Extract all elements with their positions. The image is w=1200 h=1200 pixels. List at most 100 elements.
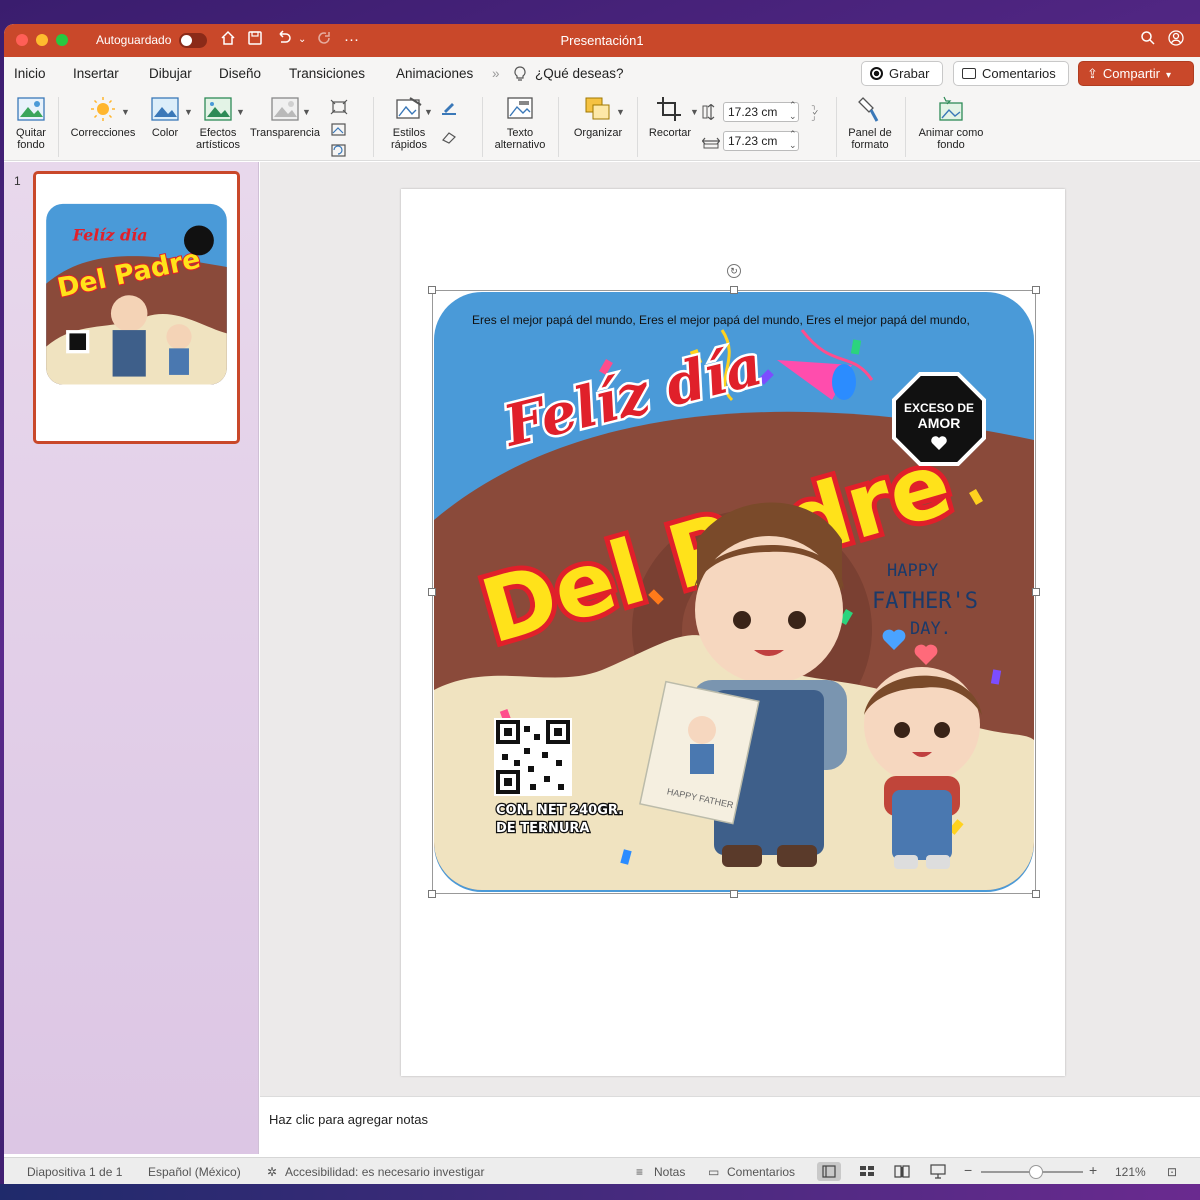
record-button[interactable]: Grabar	[861, 61, 943, 86]
chevron-down-icon[interactable]: ▼	[302, 107, 311, 117]
transparency-button[interactable]: Transparencia	[248, 95, 322, 139]
grid-view-icon	[860, 1166, 874, 1176]
tab-transiciones[interactable]: Transiciones	[289, 66, 365, 81]
accessibility-icon[interactable]: ✲	[267, 1165, 277, 1179]
slideshow-button[interactable]	[926, 1162, 950, 1181]
ribbon-divider	[558, 97, 559, 157]
arrange-button[interactable]: Organizar	[570, 95, 626, 139]
resize-handle[interactable]	[428, 286, 436, 294]
book-icon	[894, 1165, 910, 1178]
resize-handle[interactable]	[1032, 890, 1040, 898]
svg-text:DAY.: DAY.	[910, 619, 951, 639]
search-icon[interactable]	[1140, 30, 1156, 52]
chevron-down-icon[interactable]: ▼	[184, 107, 193, 117]
artistic-effects-icon	[204, 97, 232, 121]
rotate-handle-icon[interactable]: ↻	[727, 264, 741, 278]
ribbon-divider	[637, 97, 638, 157]
net-weight-line2: DE TERNURA	[496, 821, 589, 836]
slide-thumbnail[interactable]: Felíz día Del Padre	[33, 171, 240, 444]
account-icon[interactable]	[1168, 30, 1184, 52]
share-icon: ⇪	[1087, 66, 1098, 81]
desktop-background	[0, 1184, 1200, 1200]
color-label: Color	[151, 127, 179, 139]
tab-insertar[interactable]: Insertar	[73, 66, 119, 81]
corrections-button[interactable]: Correcciones	[66, 95, 140, 139]
format-pane-label: Panel de formato	[848, 127, 892, 151]
chevron-down-icon[interactable]: ▼	[121, 107, 130, 117]
crop-button[interactable]: Recortar	[646, 95, 694, 139]
document-title: Presentación1	[560, 33, 644, 48]
label-picture[interactable]: Eres el mejor papá del mundo, Eres el me…	[432, 290, 1036, 894]
resize-handle[interactable]	[730, 890, 738, 898]
quick-styles-button[interactable]: Estilos rápidos	[383, 95, 435, 151]
compress-pictures-icon[interactable]	[330, 99, 348, 115]
comments-button[interactable]: Comentarios	[953, 61, 1069, 86]
notes-toggle[interactable]: Notas	[654, 1165, 685, 1179]
resize-handle[interactable]	[428, 588, 436, 596]
border-text: Eres el mejor papá del mundo, Eres el me…	[472, 313, 970, 327]
status-bar: Diapositiva 1 de 1 Español (México) ✲ Ac…	[4, 1157, 1200, 1184]
comment-icon[interactable]: ▭	[708, 1165, 719, 1179]
picture-effects-icon[interactable]	[440, 129, 458, 145]
chevron-down-icon[interactable]: ▼	[616, 107, 625, 117]
lock-aspect-icon[interactable]	[806, 105, 824, 121]
remove-background-button[interactable]: Quitar fondo	[12, 95, 50, 151]
chevron-down-icon[interactable]: ▼	[424, 107, 433, 117]
normal-view-button[interactable]	[817, 1162, 841, 1181]
language-indicator[interactable]: Español (México)	[148, 1165, 241, 1179]
tab-dibujar[interactable]: Dibujar	[149, 66, 192, 81]
tab-inicio[interactable]: Inicio	[14, 66, 46, 81]
format-pane-button[interactable]: Panel de formato	[842, 95, 898, 151]
color-button[interactable]: Color	[144, 95, 186, 139]
alt-text-label: Texto alternativo	[494, 127, 546, 151]
accessibility-status[interactable]: Accesibilidad: es necesario investigar	[285, 1165, 484, 1179]
resize-handle[interactable]	[428, 890, 436, 898]
tab-diseno[interactable]: Diseño	[219, 66, 261, 81]
share-button[interactable]: ⇪ Compartir ▾	[1078, 61, 1194, 86]
zoom-in-button[interactable]: +	[1089, 1162, 1097, 1178]
quick-styles-icon	[396, 97, 422, 119]
chevron-down-icon[interactable]: ▼	[236, 107, 245, 117]
comments-label: Comentarios	[982, 66, 1056, 81]
color-picture-icon	[151, 97, 179, 121]
resize-handle[interactable]	[1032, 286, 1040, 294]
notes-icon[interactable]: ≡	[636, 1165, 643, 1179]
picture-border-icon[interactable]	[440, 99, 458, 115]
alt-text-button[interactable]: Texto alternativo	[492, 95, 548, 151]
slide-sorter-button[interactable]	[855, 1162, 879, 1181]
picture-format-ribbon: Quitar fondo Correcciones Color Efectos …	[4, 91, 1200, 161]
reading-view-button[interactable]	[890, 1162, 914, 1181]
notes-pane[interactable]: Haz clic para agregar notas	[260, 1096, 1200, 1154]
resize-handle[interactable]	[1032, 588, 1040, 596]
notes-placeholder: Haz clic para agregar notas	[269, 1112, 428, 1127]
comments-toggle[interactable]: Comentarios	[727, 1165, 795, 1179]
zoom-slider-handle[interactable]	[1029, 1165, 1043, 1179]
svg-text:AMOR: AMOR	[918, 415, 961, 431]
ribbon-divider	[373, 97, 374, 157]
zoom-level[interactable]: 121%	[1115, 1165, 1146, 1179]
more-tabs-icon[interactable]: »	[492, 66, 500, 81]
animate-as-background-button[interactable]: Animar como fondo	[912, 95, 990, 151]
fit-to-window-icon[interactable]: ⊡	[1167, 1165, 1177, 1179]
fathers-day-label-art: Eres el mejor papá del mundo, Eres el me…	[434, 292, 1034, 892]
reset-picture-icon[interactable]	[330, 142, 348, 158]
height-field[interactable]: 17.23 cm	[723, 102, 799, 122]
height-stepper[interactable]: ⌃ ⌄	[789, 100, 797, 122]
tab-animaciones[interactable]: Animaciones	[396, 66, 473, 81]
crop-icon	[657, 97, 681, 121]
record-label: Grabar	[889, 66, 930, 81]
change-picture-icon[interactable]	[330, 121, 348, 137]
width-stepper[interactable]: ⌃ ⌄	[789, 129, 797, 151]
presentation-icon	[930, 1164, 946, 1179]
resize-handle[interactable]	[730, 286, 738, 294]
artistic-effects-button[interactable]: Efectos artísticos	[190, 95, 246, 151]
chevron-down-icon[interactable]: ▼	[690, 107, 699, 117]
arrange-icon	[585, 97, 610, 120]
width-field[interactable]: 17.23 cm	[723, 131, 799, 151]
zoom-out-button[interactable]: −	[964, 1162, 972, 1178]
tell-me-search[interactable]: ¿Qué deseas?	[535, 66, 624, 81]
remove-background-icon	[17, 97, 45, 121]
slide-counter: Diapositiva 1 de 1	[27, 1165, 123, 1179]
artistic-effects-label: Efectos artísticos	[195, 127, 240, 151]
corrections-label: Correcciones	[70, 127, 136, 139]
